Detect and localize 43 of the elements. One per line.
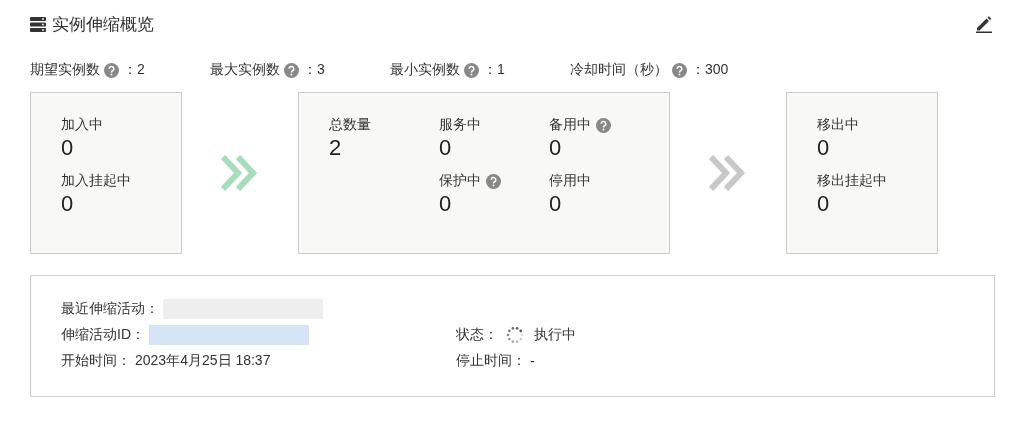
field-label: 开始时间： (61, 352, 131, 370)
help-icon[interactable] (596, 117, 611, 133)
stat-value: 0 (439, 191, 453, 217)
panel-title: 实例伸缩概览 (52, 13, 154, 36)
stat-value: 0 (549, 191, 563, 217)
stat-label: 服务中 (439, 116, 481, 134)
setting-label: 最小实例数 (390, 61, 460, 79)
stat-value: 0 (817, 135, 831, 161)
field-label: 停止时间： (456, 352, 526, 370)
field-value: 2023年4月25日 18:37 (135, 352, 271, 370)
stat-value: 2 (329, 135, 343, 161)
stat-label: 移出中 (817, 116, 859, 134)
help-icon[interactable] (284, 62, 299, 78)
help-icon[interactable] (464, 62, 479, 78)
help-icon[interactable] (672, 62, 687, 78)
help-icon[interactable] (486, 173, 501, 189)
stat-label: 备用中 (549, 116, 591, 134)
setting-value: ：300 (691, 61, 729, 79)
stat-label: 加入挂起中 (61, 172, 131, 190)
setting-value: ：1 (483, 61, 505, 79)
setting-label: 期望实例数 (30, 61, 100, 79)
stat-value: 0 (61, 191, 75, 217)
field-label: 最近伸缩活动： (61, 300, 159, 318)
setting-label: 冷却时间（秒） (570, 61, 668, 79)
stat-label: 移出挂起中 (817, 172, 887, 190)
field-label: 状态： (456, 326, 498, 344)
stat-label: 保护中 (439, 172, 481, 190)
help-icon[interactable] (104, 62, 119, 78)
edit-icon[interactable] (975, 15, 993, 33)
stat-label: 停用中 (549, 172, 591, 190)
setting-value: ：2 (123, 61, 145, 79)
setting-value: ：3 (303, 61, 325, 79)
stat-label: 加入中 (61, 116, 103, 134)
stat-value: 0 (61, 135, 75, 161)
stat-value: 0 (817, 191, 831, 217)
field-value: 执行中 (534, 326, 576, 344)
stat-label: 总数量 (329, 116, 371, 134)
setting-label: 最大实例数 (210, 61, 280, 79)
stat-value: 0 (439, 135, 453, 161)
stat-value: 0 (549, 135, 563, 161)
field-label: 伸缩活动ID： (61, 326, 145, 344)
field-value: - (530, 353, 535, 369)
server-icon (30, 16, 46, 32)
